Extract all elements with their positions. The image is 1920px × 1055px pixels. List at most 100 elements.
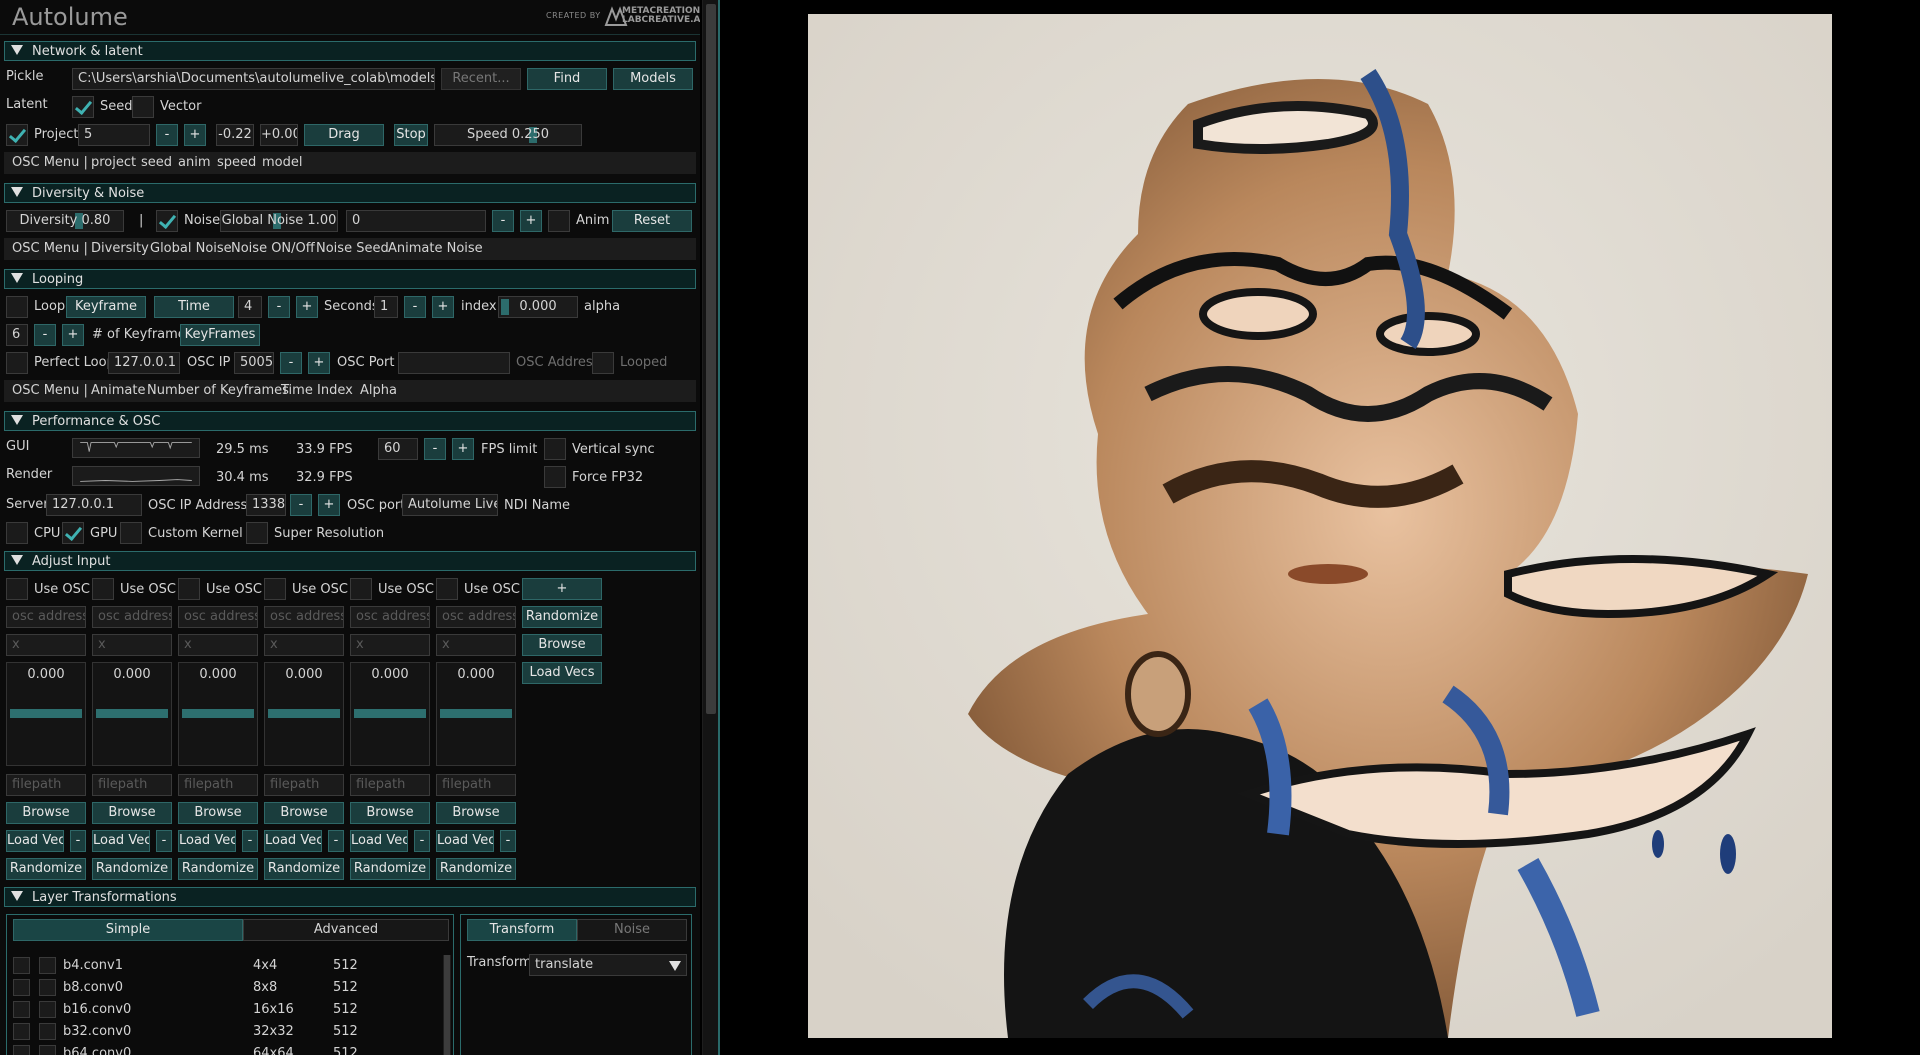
- vertical-slider-grab[interactable]: [96, 709, 168, 718]
- loop-checkbox[interactable]: [6, 296, 28, 318]
- pane-divider[interactable]: [718, 0, 720, 1055]
- load-vec-minus-button[interactable]: -: [500, 830, 516, 852]
- load-vec-minus-button[interactable]: -: [328, 830, 344, 852]
- layer-select-checkbox[interactable]: [39, 979, 56, 996]
- osc-address-field[interactable]: osc address: [436, 606, 516, 628]
- filepath-field[interactable]: filepath: [178, 774, 258, 796]
- tab-transform[interactable]: Transform: [467, 919, 577, 941]
- noise-seed-field[interactable]: 0: [346, 210, 486, 232]
- browse-button[interactable]: Browse: [6, 802, 86, 824]
- osc-menu-item-index[interactable]: Index: [317, 383, 353, 398]
- browse-button[interactable]: Browse: [350, 802, 430, 824]
- vertical-slider-grab[interactable]: [268, 709, 340, 718]
- keyframes-minus-button[interactable]: -: [34, 324, 56, 346]
- server-osc-port-field[interactable]: 1338: [246, 494, 286, 516]
- layer-select-checkbox[interactable]: [39, 1001, 56, 1018]
- randomize-button[interactable]: Randomize: [264, 858, 344, 880]
- layer-select-checkbox[interactable]: [39, 1023, 56, 1040]
- load-vec-button[interactable]: Load Vec: [436, 830, 494, 852]
- use-osc-checkbox[interactable]: [350, 578, 372, 600]
- vertical-slider[interactable]: 0.000: [350, 662, 430, 766]
- project-plus-button[interactable]: +: [184, 124, 206, 146]
- vertical-slider-grab[interactable]: [440, 709, 512, 718]
- vector-checkbox[interactable]: [132, 96, 154, 118]
- osc-menu-item-time[interactable]: Time: [281, 383, 313, 398]
- browse-button[interactable]: Browse: [436, 802, 516, 824]
- fps-limit-field[interactable]: 60: [378, 438, 418, 460]
- osc-address-field[interactable]: osc address: [6, 606, 86, 628]
- layer-row[interactable]: b4.conv1 4x4 512: [7, 955, 437, 977]
- panel-scroll-thumb[interactable]: [706, 4, 716, 714]
- layer-select-checkbox[interactable]: [39, 957, 56, 974]
- performance-osc-header[interactable]: Performance & OSC: [4, 411, 696, 431]
- load-vec-button[interactable]: Load Vec: [178, 830, 236, 852]
- offset-y-field[interactable]: +0.00: [260, 124, 298, 146]
- models-button[interactable]: Models: [613, 68, 693, 90]
- osc-menu-item-speed[interactable]: speed: [217, 155, 256, 170]
- layer-transformations-header[interactable]: Layer Transformations: [4, 887, 696, 907]
- tab-noise[interactable]: Noise: [577, 919, 687, 941]
- osc-menu-item-alpha[interactable]: Alpha: [360, 383, 397, 398]
- ndi-name-field[interactable]: Autolume Live: [402, 494, 498, 516]
- browse-button[interactable]: Browse: [92, 802, 172, 824]
- use-osc-checkbox[interactable]: [264, 578, 286, 600]
- x-field[interactable]: x: [436, 634, 516, 656]
- time-plus-button[interactable]: +: [296, 296, 318, 318]
- network-latent-header[interactable]: Network & latent: [4, 41, 696, 61]
- project-value-field[interactable]: 5: [78, 124, 150, 146]
- reset-button[interactable]: Reset: [612, 210, 692, 232]
- gpu-checkbox[interactable]: [62, 522, 84, 544]
- randomize-button[interactable]: Randomize: [436, 858, 516, 880]
- vertical-slider-grab[interactable]: [354, 709, 426, 718]
- browse-all-button[interactable]: Browse: [522, 634, 602, 656]
- load-vec-minus-button[interactable]: -: [70, 830, 86, 852]
- layer-select-checkbox[interactable]: [39, 1045, 56, 1055]
- keyframes-plus-button[interactable]: +: [62, 324, 84, 346]
- noise-seed-minus-button[interactable]: -: [492, 210, 514, 232]
- randomize-button[interactable]: Randomize: [92, 858, 172, 880]
- randomize-button[interactable]: Randomize: [350, 858, 430, 880]
- osc-menu-item-anim[interactable]: anim: [178, 155, 210, 170]
- browse-button[interactable]: Browse: [178, 802, 258, 824]
- osc-menu-item-seed[interactable]: seed: [141, 155, 172, 170]
- slider-grab[interactable]: [501, 299, 509, 315]
- time-value-field[interactable]: 4: [238, 296, 262, 318]
- osc-address-field[interactable]: osc address: [178, 606, 258, 628]
- vertical-slider[interactable]: 0.000: [6, 662, 86, 766]
- osc-menu-item-diversity[interactable]: Diversity: [91, 241, 149, 256]
- loop-osc-port-minus-button[interactable]: -: [280, 352, 302, 374]
- osc-address-field[interactable]: osc address: [350, 606, 430, 628]
- layer-enable-checkbox[interactable]: [13, 957, 30, 974]
- global-noise-slider[interactable]: Global Noise 1.00: [220, 210, 338, 232]
- osc-menu-item-animate-noise[interactable]: Animate Noise: [388, 241, 483, 256]
- seed-checkbox[interactable]: [72, 96, 94, 118]
- find-button[interactable]: Find: [527, 68, 607, 90]
- keyframes-count-field[interactable]: 6: [6, 324, 28, 346]
- noise-checkbox[interactable]: [156, 210, 178, 232]
- loop-osc-port-field[interactable]: 5005: [234, 352, 274, 374]
- vertical-slider[interactable]: 0.000: [178, 662, 258, 766]
- filepath-field[interactable]: filepath: [264, 774, 344, 796]
- looping-header[interactable]: Looping: [4, 269, 696, 289]
- fps-minus-button[interactable]: -: [424, 438, 446, 460]
- osc-menu-item-project[interactable]: project: [91, 155, 136, 170]
- osc-menu-item-global-noise[interactable]: Global Noise: [150, 241, 232, 256]
- browse-button[interactable]: Browse: [264, 802, 344, 824]
- add-input-button[interactable]: +: [522, 578, 602, 600]
- load-vec-minus-button[interactable]: -: [156, 830, 172, 852]
- speed-slider[interactable]: Speed 0.250: [434, 124, 582, 146]
- panel-scrollbar[interactable]: [702, 0, 719, 1055]
- x-field[interactable]: x: [6, 634, 86, 656]
- fps-plus-button[interactable]: +: [452, 438, 474, 460]
- server-port-plus-button[interactable]: +: [318, 494, 340, 516]
- layer-enable-checkbox[interactable]: [13, 1045, 30, 1055]
- osc-address-field[interactable]: osc address: [92, 606, 172, 628]
- layer-enable-checkbox[interactable]: [13, 1001, 30, 1018]
- loop-osc-ip-field[interactable]: 127.0.0.1: [108, 352, 180, 374]
- load-vec-button[interactable]: Load Vec: [6, 830, 64, 852]
- use-osc-checkbox[interactable]: [6, 578, 28, 600]
- transform-select[interactable]: translate: [529, 954, 687, 976]
- force-fp32-checkbox[interactable]: [544, 466, 566, 488]
- load-vec-button[interactable]: Load Vec: [92, 830, 150, 852]
- filepath-field[interactable]: filepath: [436, 774, 516, 796]
